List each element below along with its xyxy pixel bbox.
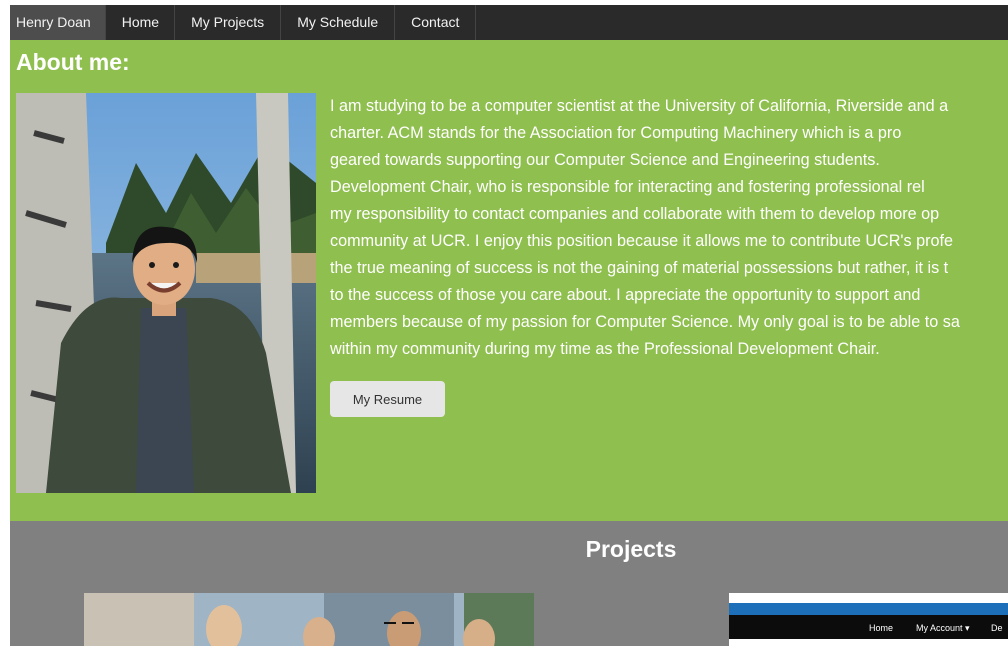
bio-line: charter. ACM stands for the Association … [330, 124, 902, 142]
bio-line: to the success of those you care about. … [330, 286, 921, 304]
bio-line: geared towards supporting our Computer S… [330, 151, 880, 169]
project-website-screenshot[interactable]: Home My Account ▾ De [729, 593, 1008, 646]
screenshot-nav-account: My Account ▾ [916, 623, 970, 633]
profile-photo [16, 93, 316, 493]
screenshot-header-bar [729, 603, 1008, 615]
nav-brand-link[interactable]: Henry Doan [10, 5, 106, 40]
resume-button[interactable]: My Resume [330, 381, 445, 417]
bottom-strip [0, 646, 1008, 658]
projects-section: Projects Home My Account ▾ De [10, 521, 1008, 646]
bio-line: community at UCR. I enjoy this position … [330, 232, 953, 250]
bio-line: Development Chair, who is responsible fo… [330, 178, 925, 196]
bio-line: the true meaning of success is not the g… [330, 259, 949, 277]
project-team-photo[interactable] [84, 593, 534, 646]
screenshot-navbar: Home My Account ▾ De [729, 615, 1008, 639]
bio-text: I am studying to be a computer scientist… [330, 93, 1008, 363]
nav-projects-link[interactable]: My Projects [175, 5, 282, 40]
nav-home-link[interactable]: Home [106, 5, 176, 40]
projects-heading: Projects [585, 536, 677, 562]
bio-line: I am studying to be a computer scientist… [330, 97, 949, 115]
nav-schedule-link[interactable]: My Schedule [281, 5, 396, 40]
bio-line: within my community during my time as th… [330, 340, 880, 358]
top-navbar: Henry Doan Home My Projects My Schedule … [10, 5, 1008, 40]
screenshot-nav-home: Home [869, 623, 894, 633]
bio-line: my responsibility to contact companies a… [330, 205, 940, 223]
screenshot-nav-more: De [991, 623, 1003, 633]
nav-contact-link[interactable]: Contact [395, 5, 477, 40]
bio-line: members because of my passion for Comput… [330, 313, 960, 331]
about-section: About me: I am studying to be a computer… [10, 40, 1008, 521]
about-heading: About me: [16, 49, 130, 75]
